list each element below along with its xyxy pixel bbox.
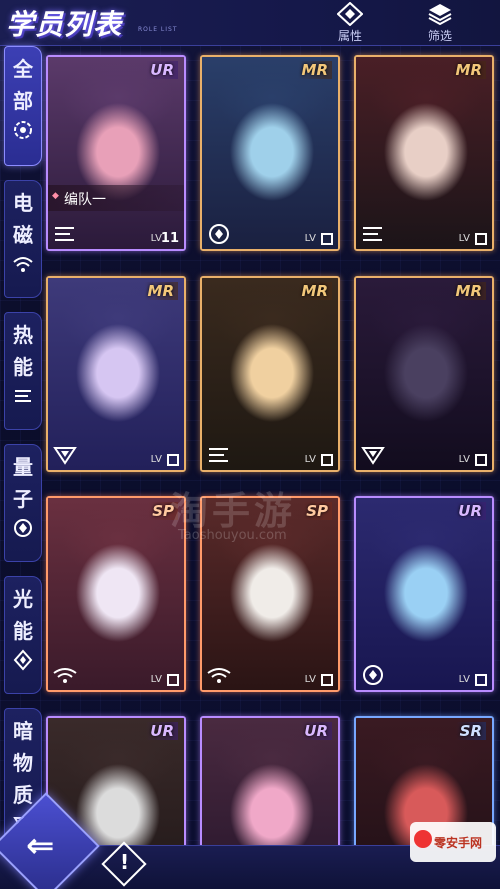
level-label: LV <box>150 674 162 685</box>
character-portrait <box>48 57 184 249</box>
tab-label-text: 暗物质 <box>13 719 33 807</box>
student-card[interactable]: MR LV <box>354 276 494 472</box>
tab-label: 全部 <box>5 53 41 117</box>
rarity-badge: MR <box>451 61 486 79</box>
level-label: LV <box>458 233 470 244</box>
student-card[interactable]: MR LV <box>354 55 494 251</box>
exclamation-icon: ! <box>120 850 130 874</box>
character-portrait <box>48 278 184 470</box>
wifi-icon <box>53 668 77 683</box>
page-subtitle: ROLE LIST <box>138 26 178 33</box>
tab-electromagnetic[interactable]: 电磁 <box>4 180 42 298</box>
filter-icon <box>428 4 452 26</box>
page-title: 学员列表 <box>6 8 123 41</box>
quantum-icon <box>14 519 32 537</box>
quantum-icon <box>363 665 383 685</box>
tab-label-text: 热能 <box>13 323 33 379</box>
level-box <box>475 454 487 466</box>
tab-label: 量子 <box>5 451 41 515</box>
level-box <box>167 454 179 466</box>
level-box <box>321 233 333 245</box>
rarity-badge: UR <box>454 502 486 520</box>
level-label: LV <box>304 674 316 685</box>
rarity-badge: MR <box>143 282 178 300</box>
rarity-badge: UR <box>146 61 178 79</box>
filter-button[interactable]: 筛选 <box>410 2 470 44</box>
tab-label: 热能 <box>5 319 41 383</box>
quantum-icon <box>209 224 229 244</box>
character-portrait <box>356 498 492 690</box>
rarity-badge: MR <box>297 282 332 300</box>
wifi-icon <box>13 257 33 272</box>
level-label: LV <box>458 454 470 465</box>
tab-label-text: 电磁 <box>13 191 33 247</box>
tab-label-text: 光能 <box>13 587 33 643</box>
logo-mark <box>414 830 432 848</box>
element-sidebar: 全部 电磁 热能 量子 光能 暗 物 质 <box>2 46 42 848</box>
tab-label: 光能 <box>5 583 41 647</box>
character-portrait <box>356 278 492 470</box>
tab-label-text: 全部 <box>13 57 33 113</box>
rarity-badge: MR <box>297 61 332 79</box>
heat-icon <box>15 390 31 402</box>
character-portrait <box>48 498 184 690</box>
dark-icon <box>53 447 77 465</box>
dark-icon <box>361 447 385 465</box>
character-portrait <box>202 278 338 470</box>
student-card[interactable]: MR LV <box>46 276 186 472</box>
level-label: LV <box>304 454 316 465</box>
level-box <box>475 233 487 245</box>
team-tag: 编队一 <box>48 185 184 211</box>
character-portrait <box>356 57 492 249</box>
tab-label-text: 量子 <box>13 455 33 511</box>
level-box <box>321 454 333 466</box>
level-value: 11 <box>160 231 179 246</box>
student-card[interactable]: MR LV <box>200 276 340 472</box>
heat-icon <box>363 227 382 241</box>
attribute-label: 属性 <box>337 29 362 43</box>
heat-icon <box>209 448 228 462</box>
rarity-badge: UR <box>300 722 332 740</box>
attribute-icon <box>337 2 363 26</box>
level-box <box>475 674 487 686</box>
level-label: LV <box>150 454 162 465</box>
level-label: LV <box>458 674 470 685</box>
back-arrow-icon: ⇐ <box>26 826 55 866</box>
tab-quantum[interactable]: 量子 <box>4 444 42 562</box>
rarity-badge: SR <box>455 722 486 740</box>
watermark-url: Taoshouyou.com <box>178 528 287 543</box>
level-label: LV <box>304 233 316 244</box>
tab-all[interactable]: 全部 <box>4 46 42 166</box>
wifi-icon <box>207 668 231 683</box>
heat-icon <box>55 227 74 241</box>
tab-label: 暗物质 <box>5 715 41 811</box>
rarity-badge: SP <box>302 502 332 520</box>
light-icon <box>13 649 33 671</box>
character-portrait <box>202 57 338 249</box>
student-card[interactable]: UR编队一LV11 <box>46 55 186 251</box>
rarity-badge: MR <box>451 282 486 300</box>
attribute-button[interactable]: 属性 <box>320 2 380 44</box>
filter-label: 筛选 <box>427 29 452 43</box>
tab-light[interactable]: 光能 <box>4 576 42 694</box>
student-card[interactable]: UR LV <box>354 496 494 692</box>
level-box <box>321 674 333 686</box>
student-card[interactable]: SP LV <box>46 496 186 692</box>
tab-thermal[interactable]: 热能 <box>4 312 42 430</box>
watermark: 淘手游 <box>170 489 297 533</box>
rarity-badge: UR <box>146 722 178 740</box>
all-icon <box>14 121 32 139</box>
student-card[interactable]: MR LV <box>200 55 340 251</box>
level-box <box>167 674 179 686</box>
tab-label: 电磁 <box>5 187 41 251</box>
header: 学员列表 ROLE LIST 属性 筛选 <box>0 0 500 46</box>
